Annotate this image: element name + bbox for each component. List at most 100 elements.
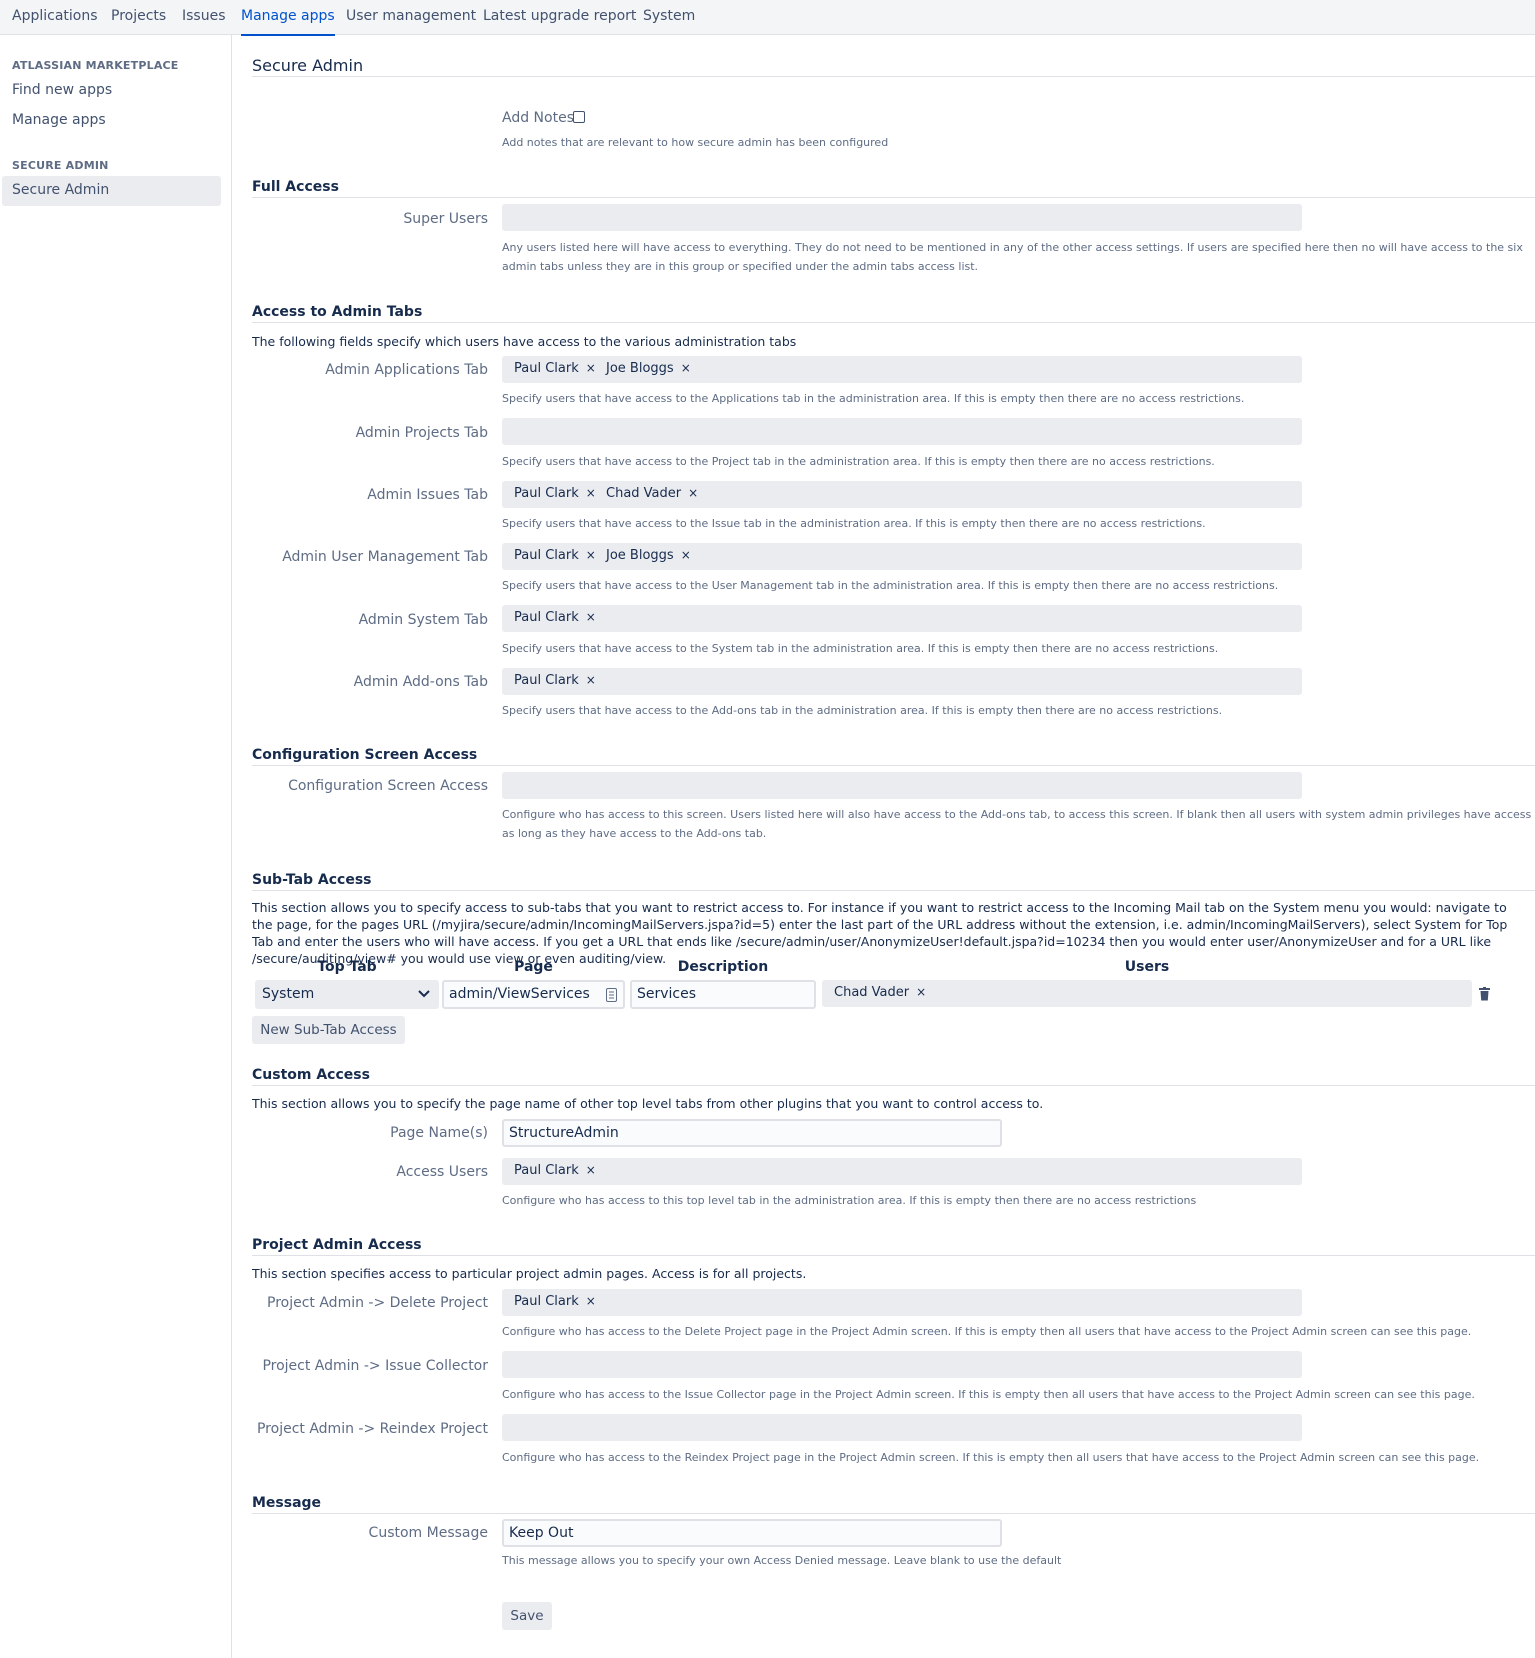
admin-add-ons-tab-description: Specify users that have access to the Ad… xyxy=(502,704,1223,717)
divider xyxy=(252,197,1535,198)
remove-icon[interactable]: × xyxy=(586,1163,596,1177)
sidebar-item-secure-admin[interactable]: Secure Admin xyxy=(12,182,109,198)
reindex-project-picker[interactable] xyxy=(502,1414,1302,1441)
admin-issues-tab-picker[interactable]: Paul Clark × Chad Vader × xyxy=(502,481,1302,508)
admin-add-ons-tab-label: Admin Add-ons Tab xyxy=(353,674,488,690)
tab-system[interactable]: System xyxy=(643,8,695,24)
admin-issues-tab-description: Specify users that have access to the Is… xyxy=(502,517,1206,530)
tab-latest-upgrade-report[interactable]: Latest upgrade report xyxy=(483,8,636,24)
user-lozenge: Paul Clark × xyxy=(514,486,596,501)
config-screen-picker[interactable] xyxy=(502,772,1302,799)
access-users-label: Access Users xyxy=(396,1164,488,1180)
tab-issues[interactable]: Issues xyxy=(182,8,226,24)
remove-icon[interactable]: × xyxy=(916,985,926,999)
add-notes-label: Add Notes xyxy=(502,110,574,126)
sidebar-item-manage-apps[interactable]: Manage apps xyxy=(12,112,106,128)
remove-icon[interactable]: × xyxy=(586,361,596,375)
add-notes-checkbox[interactable] xyxy=(573,111,585,123)
delete-project-picker[interactable]: Paul Clark × xyxy=(502,1289,1302,1316)
admin-applications-tab-label: Admin Applications Tab xyxy=(325,362,488,378)
user-lozenge: Paul Clark × xyxy=(514,1294,596,1309)
divider xyxy=(252,765,1535,766)
user-lozenge: Paul Clark × xyxy=(514,361,596,376)
config-screen-heading: Configuration Screen Access xyxy=(252,747,478,763)
remove-icon[interactable]: × xyxy=(586,610,596,624)
column-header-description: Description xyxy=(677,959,769,975)
admin-system-tab-description: Specify users that have access to the Sy… xyxy=(502,642,1219,655)
divider xyxy=(252,1085,1535,1086)
sidebar: ATLASSIAN MARKETPLACE Find new apps Mana… xyxy=(0,35,232,1658)
admin-issues-tab-label: Admin Issues Tab xyxy=(367,487,488,503)
admin-tabs-intro: The following fields specify which users… xyxy=(252,334,797,349)
tab-manage-apps[interactable]: Manage apps xyxy=(241,8,335,36)
remove-icon[interactable]: × xyxy=(586,673,596,687)
admin-applications-tab-description: Specify users that have access to the Ap… xyxy=(502,392,1245,405)
user-lozenge: Paul Clark × xyxy=(514,548,596,563)
admin-projects-tab-picker[interactable] xyxy=(502,418,1302,445)
contact-card-icon xyxy=(606,988,617,1002)
chevron-down-icon xyxy=(418,990,430,998)
save-button[interactable]: Save xyxy=(502,1602,552,1630)
admin-system-tab-label: Admin System Tab xyxy=(358,612,488,628)
issue-collector-label: Project Admin -> Issue Collector xyxy=(262,1358,488,1374)
add-notes-description: Add notes that are relevant to how secur… xyxy=(502,136,889,149)
access-users-description: Configure who has access to this top lev… xyxy=(502,1194,1197,1207)
admin-user-management-tab-label: Admin User Management Tab xyxy=(282,549,488,565)
admin-user-management-tab-description: Specify users that have access to the Us… xyxy=(502,579,1279,592)
sidebar-heading-secure-admin: SECURE ADMIN xyxy=(12,159,109,172)
top-navigation: Applications Projects Issues Manage apps… xyxy=(0,0,1535,36)
divider xyxy=(252,1255,1535,1256)
tab-projects[interactable]: Projects xyxy=(111,8,166,24)
tab-applications[interactable]: Applications xyxy=(12,8,98,24)
reindex-project-description: Configure who has access to the Reindex … xyxy=(502,1451,1480,1464)
user-lozenge: Joe Bloggs × xyxy=(606,548,691,563)
remove-icon[interactable]: × xyxy=(681,548,691,562)
custom-message-description: This message allows you to specify your … xyxy=(502,1554,1062,1567)
admin-user-management-tab-picker[interactable]: Paul Clark × Joe Bloggs × xyxy=(502,543,1302,570)
trash-icon[interactable] xyxy=(1479,987,1490,1001)
main-content: Secure Admin Add Notes Add notes that ar… xyxy=(232,35,1535,1658)
config-screen-description: Configure who has access to this screen.… xyxy=(502,808,1532,840)
admin-applications-tab-picker[interactable]: Paul Clark × Joe Bloggs × xyxy=(502,356,1302,383)
message-heading: Message xyxy=(252,1495,322,1511)
divider xyxy=(252,322,1535,323)
subtab-users-picker[interactable]: Chad Vader × xyxy=(822,980,1472,1007)
remove-icon[interactable]: × xyxy=(688,486,698,500)
admin-add-ons-tab-picker[interactable]: Paul Clark × xyxy=(502,668,1302,695)
column-header-top-tab: Top Tab xyxy=(317,959,377,975)
custom-access-heading: Custom Access xyxy=(252,1067,370,1083)
custom-message-label: Custom Message xyxy=(368,1525,488,1541)
project-admin-intro: This section specifies access to particu… xyxy=(252,1266,807,1281)
sidebar-item-find-new-apps[interactable]: Find new apps xyxy=(12,82,112,98)
access-users-picker[interactable]: Paul Clark × xyxy=(502,1158,1302,1185)
delete-project-label: Project Admin -> Delete Project xyxy=(267,1295,488,1311)
column-header-users: Users xyxy=(1124,959,1170,975)
custom-access-intro: This section allows you to specify the p… xyxy=(252,1096,1044,1111)
page-title: Secure Admin xyxy=(252,56,364,75)
subtab-heading: Sub-Tab Access xyxy=(252,872,372,888)
reindex-project-label: Project Admin -> Reindex Project xyxy=(256,1421,488,1437)
description-input[interactable]: Services xyxy=(630,980,816,1009)
user-lozenge: Chad Vader × xyxy=(606,486,699,501)
remove-icon[interactable]: × xyxy=(586,548,596,562)
custom-message-input[interactable]: Keep Out xyxy=(502,1519,1002,1547)
full-access-heading: Full Access xyxy=(252,179,339,195)
super-users-picker[interactable] xyxy=(502,204,1302,231)
subtab-intro: This section allows you to specify acces… xyxy=(252,900,1508,966)
user-lozenge: Chad Vader × xyxy=(834,985,927,1000)
new-sub-tab-access-button[interactable]: New Sub-Tab Access xyxy=(252,1016,405,1044)
remove-icon[interactable]: × xyxy=(586,1294,596,1308)
super-users-label: Super Users xyxy=(403,211,488,227)
top-tab-select[interactable]: System xyxy=(255,980,439,1009)
page-names-input[interactable]: StructureAdmin xyxy=(502,1119,1002,1147)
page-names-label: Page Name(s) xyxy=(390,1125,488,1141)
remove-icon[interactable]: × xyxy=(681,361,691,375)
admin-system-tab-picker[interactable]: Paul Clark × xyxy=(502,605,1302,632)
project-admin-heading: Project Admin Access xyxy=(252,1237,422,1253)
sidebar-heading-marketplace: ATLASSIAN MARKETPLACE xyxy=(12,59,179,72)
delete-project-description: Configure who has access to the Delete P… xyxy=(502,1325,1472,1338)
tab-user-management[interactable]: User management xyxy=(346,8,476,24)
remove-icon[interactable]: × xyxy=(586,486,596,500)
issue-collector-picker[interactable] xyxy=(502,1351,1302,1378)
page-input[interactable]: admin/ViewServices xyxy=(442,980,625,1009)
